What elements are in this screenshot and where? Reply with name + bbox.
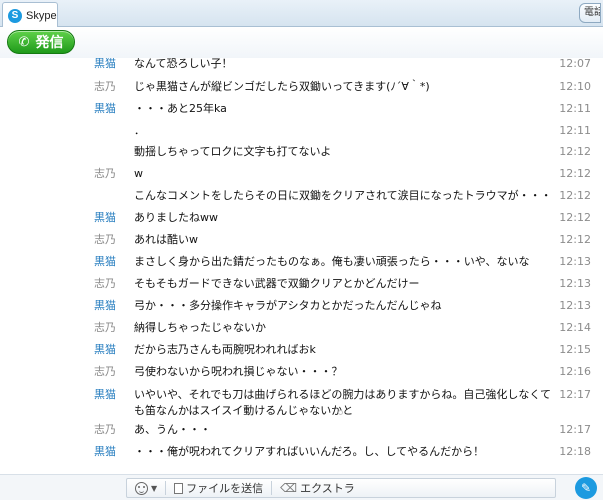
message-timestamp: 12:14: [559, 321, 591, 334]
message-text: ・・・俺が呪われてクリアすればいいんだろ。し、してやるんだから！: [134, 445, 485, 458]
skype-logo-icon: S: [8, 8, 22, 23]
message-text: ．: [134, 124, 145, 137]
tab-skype[interactable]: S Skype: [2, 2, 58, 28]
message-text: 動揺しちゃってロクに文字も打てないよ: [134, 145, 332, 158]
message-sender: 黒猫: [94, 343, 116, 356]
message-timestamp: 12:12: [559, 233, 591, 246]
message-sender: 志乃: [94, 167, 116, 180]
extras-button[interactable]: ⌫ エクストラ: [272, 479, 363, 497]
message-timestamp: 12:07: [559, 58, 591, 70]
message-timestamp: 12:13: [559, 255, 591, 268]
message-timestamp: 12:17: [559, 388, 591, 401]
message-text: ・・・あと25年ka: [134, 102, 227, 115]
message-sender: 黒猫: [94, 58, 116, 70]
message-sender: 志乃: [94, 321, 116, 334]
message-timestamp: 12:15: [559, 343, 591, 356]
message-timestamp: 12:17: [559, 423, 591, 436]
send-file-label: ファイルを送信: [186, 482, 264, 495]
message-timestamp: 12:12: [559, 189, 591, 202]
extras-label: エクストラ: [300, 482, 355, 495]
message-text: いやいや、それでも刀は曲げられるほどの腕力はありますからね。自己強化しなくても笛…: [134, 388, 552, 417]
message-text: あれは酷いw: [134, 233, 198, 246]
message-sender: 黒猫: [94, 299, 116, 312]
message-text: 納得しちゃったじゃないか: [134, 321, 266, 334]
message-sender: 志乃: [94, 277, 116, 290]
message-timestamp: 12:11: [559, 124, 591, 137]
message-text: だから志乃さんも両腕呪われればおk: [134, 343, 316, 356]
chat-history[interactable]: 黒猫 なんて恐ろしい子！ 12:07 志乃 じゃ黒猫さんが縦ビンゴだしたら双鋤いってきま…: [0, 58, 603, 466]
tab-phone[interactable]: 電話: [579, 3, 601, 23]
message-text: あ、うん・・・: [134, 423, 211, 436]
message-sender: 黒猫: [94, 255, 116, 268]
message-timestamp: 12:12: [559, 211, 591, 224]
message-timestamp: 12:13: [559, 277, 591, 290]
call-button[interactable]: ✆ 発信: [7, 30, 75, 54]
message-timestamp: 12:13: [559, 299, 591, 312]
message-text: こんなコメントをしたらその日に双鋤をクリアされて涙目になったトラウマが・・・: [134, 189, 552, 202]
message-text: じゃ黒猫さんが縦ビンゴだしたら双鋤いってきます(ﾉ´∀｀*): [134, 80, 430, 93]
message-sender: 志乃: [94, 80, 116, 93]
call-toolbar: ✆ 発信: [0, 27, 603, 58]
message-text: まさしく身から出た錆だったものなぁ。俺も凄い頑張ったら・・・いや、ないな: [134, 255, 530, 268]
message-timestamp: 12:10: [559, 80, 591, 93]
emoji-button[interactable]: ▼: [127, 479, 165, 497]
message-sender: 黒猫: [94, 102, 116, 115]
tab-label: Skype: [26, 9, 57, 22]
message-text: w: [134, 167, 143, 180]
message-timestamp: 12:12: [559, 167, 591, 180]
message-sender: 黒猫: [94, 211, 116, 224]
chat-send-icon[interactable]: ✎: [575, 477, 597, 499]
message-sender: 志乃: [94, 233, 116, 246]
message-timestamp: 12:11: [559, 102, 591, 115]
chevron-down-icon: ▼: [151, 483, 158, 493]
message-text: ありましたねww: [134, 211, 218, 224]
resize-handle[interactable]: [338, 410, 343, 415]
message-sender: 黒猫: [94, 445, 116, 458]
message-timestamp: 12:16: [559, 365, 591, 378]
message-sender: 志乃: [94, 423, 116, 436]
bottom-toolbar: ▼ ファイルを送信 ⌫ エクストラ ✎: [0, 474, 603, 500]
call-button-label: 発信: [35, 35, 64, 51]
message-sender: 志乃: [94, 365, 116, 378]
message-sender: 黒猫: [94, 388, 116, 401]
message-text: 弓か・・・多分操作キャラがアシタカとかだったんだんじゃね: [134, 299, 442, 312]
compose-toolbar: ▼ ファイルを送信 ⌫ エクストラ: [126, 478, 556, 498]
message-text: 弓使わないから呪われ損じゃない・・・？: [134, 365, 343, 378]
message-text: そもそもガードできない武器で双鋤クリアとかどんだけー: [134, 277, 420, 290]
tab-strip: S Skype 電話: [0, 0, 603, 28]
emoji-icon: [135, 481, 148, 495]
file-icon: [174, 482, 184, 494]
message-timestamp: 12:12: [559, 145, 591, 158]
message-timestamp: 12:18: [559, 445, 591, 458]
extras-icon: ⌫: [280, 481, 298, 495]
message-text: なんて恐ろしい子！: [134, 58, 233, 70]
send-file-button[interactable]: ファイルを送信: [166, 479, 271, 497]
phone-icon: ✆: [18, 34, 30, 50]
